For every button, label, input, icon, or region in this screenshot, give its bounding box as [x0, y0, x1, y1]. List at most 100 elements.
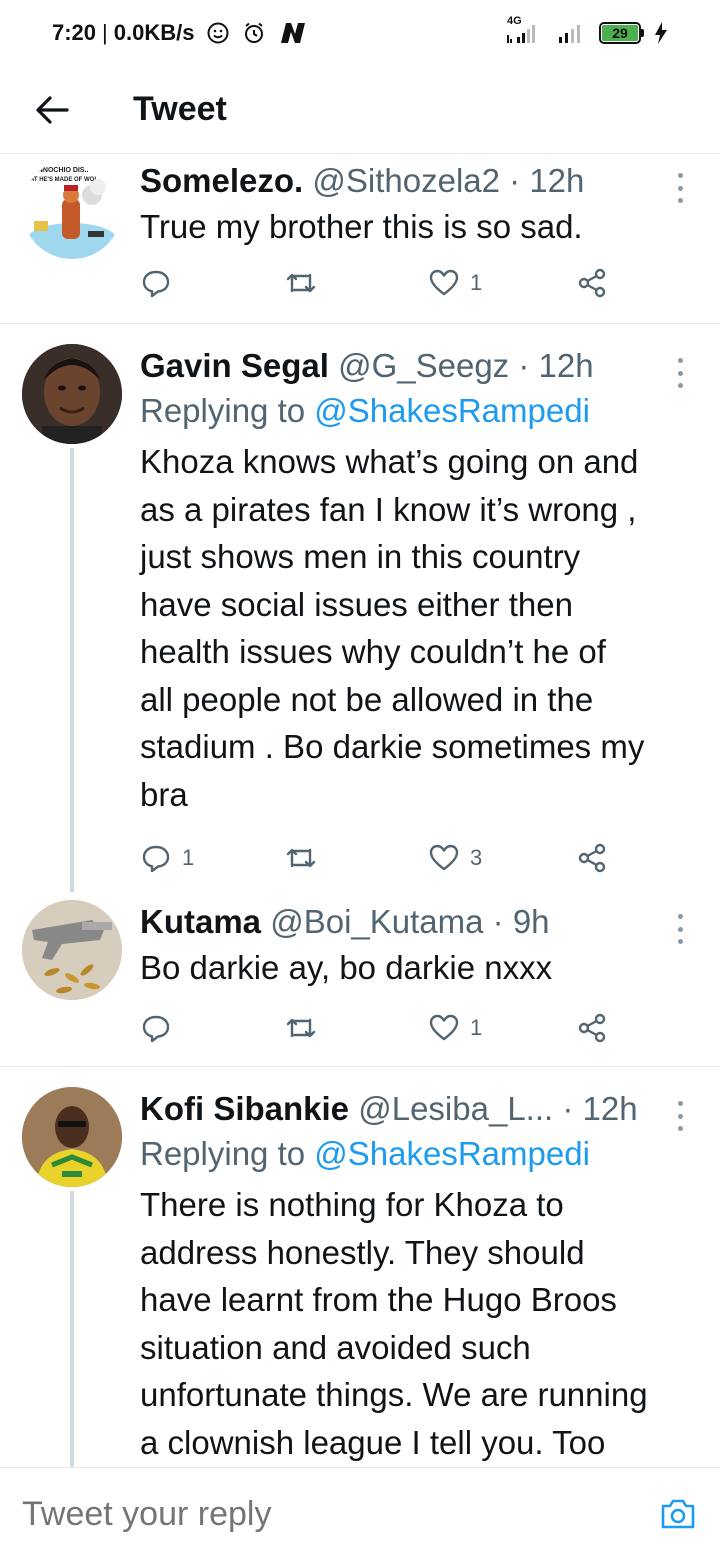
- tweet-text-line: Khoza knows what’s going on and: [140, 443, 639, 480]
- author-name[interactable]: Kutama: [140, 900, 261, 944]
- tweet-text-line: Bo darkie ay, bo darkie nxxx: [140, 949, 553, 986]
- meta-dot: ·: [500, 162, 530, 199]
- tweet-text-line: situation and avoided such: [140, 1328, 531, 1366]
- tweet-text-line: bra: [140, 775, 188, 813]
- share-icon: [578, 1013, 606, 1042]
- tweet-text-line: There is nothing for Khoza to: [140, 1186, 564, 1223]
- tweet-meta: Somelezo. @Sithozela2 · 12h: [140, 159, 700, 203]
- reply-input[interactable]: [22, 1494, 658, 1534]
- replying-mention[interactable]: @ShakesRampedi: [314, 1135, 590, 1172]
- author-handle[interactable]: @Lesiba_L...: [358, 1087, 553, 1131]
- thread-line: [70, 1191, 74, 1467]
- tweet-text-line: all people not be allowed in the: [140, 680, 594, 718]
- tweet-feed[interactable]: ..INNOCHIO DIS.. AT HE'S MADE OF WOL Som…: [0, 155, 720, 1467]
- more-options-button[interactable]: [668, 914, 692, 944]
- tweet-left-col: [22, 344, 122, 892]
- tweet-time: 12h: [538, 347, 594, 384]
- retweet-button[interactable]: [284, 842, 428, 874]
- header: Tweet: [0, 66, 720, 154]
- status-speed: 0.0KB/s: [113, 20, 195, 45]
- more-options-button[interactable]: [668, 358, 692, 388]
- author-handle[interactable]: @Boi_Kutama: [270, 900, 483, 944]
- replying-prefix: Replying to: [140, 392, 306, 429]
- tweet-item[interactable]: Kofi Sibankie @Lesiba_L... · 12h Replyin…: [0, 1067, 720, 1467]
- tweet-body: Kutama @Boi_Kutama · 9h Bo darkie ay, bo…: [122, 900, 700, 1066]
- charging-icon: [654, 21, 668, 45]
- tweet-text: Bo darkie ay, bo darkie nxxx: [140, 944, 700, 992]
- like-button[interactable]: 3: [428, 842, 576, 874]
- tweet-item[interactable]: Kutama @Boi_Kutama · 9h Bo darkie ay, bo…: [0, 892, 720, 1066]
- network-label: 4G: [507, 15, 522, 27]
- status-divider: |: [102, 20, 108, 45]
- reply-icon: [142, 1015, 170, 1042]
- camera-icon: [661, 1499, 695, 1529]
- tweet-left-col: [22, 900, 122, 1066]
- heart-icon: [429, 1014, 459, 1040]
- author-handle[interactable]: @Sithozela2: [312, 159, 500, 203]
- avatar[interactable]: [22, 1087, 122, 1187]
- meta-dot: ·: [483, 903, 513, 940]
- author-name[interactable]: Gavin Segal: [140, 344, 329, 388]
- replying-mention[interactable]: @ShakesRampedi: [314, 392, 590, 429]
- status-time: 7:20: [52, 20, 97, 45]
- replying-to: Replying to @ShakesRampedi: [140, 388, 700, 434]
- tweet-item[interactable]: ..INNOCHIO DIS.. AT HE'S MADE OF WOL Som…: [0, 155, 720, 323]
- tweet-text-line: unfortunate things. We are running: [140, 1376, 648, 1413]
- thread-line: [70, 448, 74, 892]
- avatar[interactable]: [22, 344, 122, 444]
- author-handle[interactable]: @G_Seegz: [338, 344, 509, 388]
- alarm-icon: [242, 21, 266, 45]
- retweet-icon: [286, 848, 316, 868]
- status-right: 4G 29: [505, 15, 668, 45]
- author-name[interactable]: Somelezo.: [140, 159, 303, 203]
- meta-dot: ·: [509, 347, 539, 384]
- tweet-text-line: a clownish league I tell you. Too: [140, 1423, 606, 1461]
- battery-icon: 29: [599, 22, 644, 44]
- retweet-icon: [286, 1018, 316, 1037]
- share-button[interactable]: [576, 267, 608, 299]
- author-name[interactable]: Kofi Sibankie: [140, 1087, 349, 1131]
- reply-button[interactable]: [140, 267, 284, 299]
- tweet-time: 9h: [512, 903, 550, 940]
- tweet-text-line: address honestly. They should: [140, 1233, 585, 1271]
- more-options-button[interactable]: [668, 1101, 692, 1131]
- tweet-item[interactable]: Gavin Segal @G_Seegz · 12h Replying to @…: [0, 324, 720, 892]
- camera-button[interactable]: [658, 1494, 698, 1534]
- avatar[interactable]: ..INNOCHIO DIS.. AT HE'S MADE OF WOL: [22, 159, 122, 259]
- like-button[interactable]: 1: [428, 1012, 576, 1044]
- tweet-text-line: have learnt from the Hugo Broos: [140, 1281, 617, 1318]
- tweet-meta: Kutama @Boi_Kutama · 9h: [140, 900, 700, 944]
- share-button[interactable]: [576, 1012, 608, 1044]
- share-icon: [578, 843, 606, 873]
- smile-icon: [206, 21, 230, 45]
- tweet-text-line: as a pirates fan I know it’s wrong ,: [140, 490, 637, 528]
- retweet-button[interactable]: [284, 1012, 428, 1044]
- like-count: 1: [470, 1014, 483, 1040]
- signal-4g-icon: 4G: [505, 15, 545, 45]
- battery-level: 29: [602, 25, 638, 41]
- tweet-text: Khoza knows what’s going on and as a pir…: [140, 438, 700, 818]
- tweet-left-col: [22, 1087, 122, 1467]
- heart-icon: [429, 844, 459, 871]
- retweet-button[interactable]: [284, 267, 428, 299]
- tweet-left-col: ..INNOCHIO DIS.. AT HE'S MADE OF WOL: [22, 159, 122, 323]
- like-button[interactable]: 1: [428, 267, 576, 299]
- like-count: 3: [470, 845, 483, 870]
- tweet-time: 12h: [529, 162, 585, 199]
- avatar[interactable]: [22, 900, 122, 1000]
- avatar-text-line-1: ..INNOCHIO DIS..: [32, 167, 88, 174]
- back-button[interactable]: [2, 66, 102, 154]
- share-button[interactable]: [576, 842, 608, 874]
- tweet-body: Somelezo. @Sithozela2 · 12h True my brot…: [122, 159, 700, 323]
- reply-button[interactable]: [140, 1012, 284, 1044]
- arrow-left-icon: [36, 95, 69, 124]
- tweet-body: Kofi Sibankie @Lesiba_L... · 12h Replyin…: [122, 1087, 700, 1467]
- signal-icon: [555, 21, 589, 45]
- tweet-body: Gavin Segal @G_Seegz · 12h Replying to @…: [122, 344, 700, 892]
- tweet-time: 12h: [582, 1090, 638, 1127]
- tweet-text-line: have social issues either then: [140, 585, 573, 623]
- more-options-button[interactable]: [668, 173, 692, 203]
- heart-icon: [429, 269, 459, 295]
- reply-button[interactable]: 1: [140, 842, 284, 874]
- tweet-text: True my brother this is so sad.: [140, 203, 700, 251]
